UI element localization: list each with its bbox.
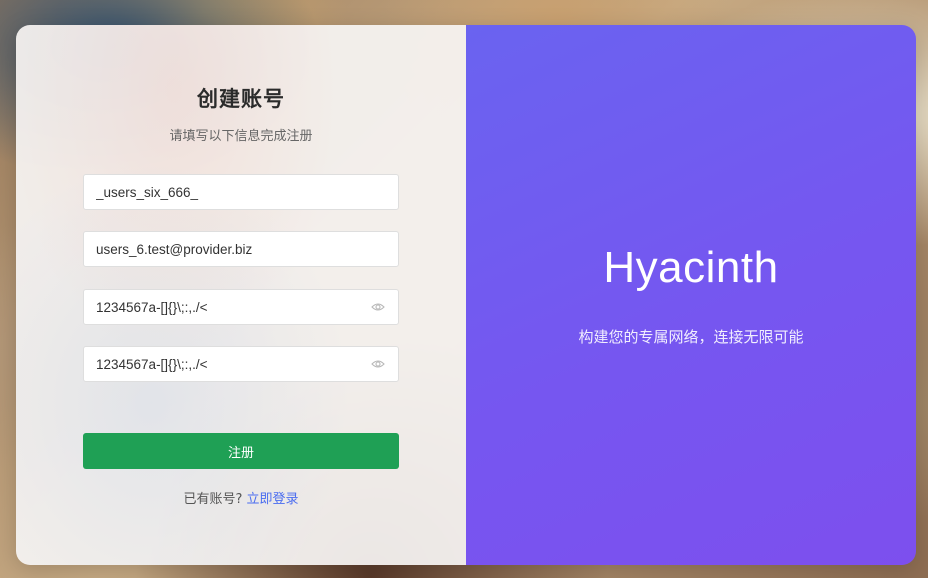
email-field[interactable]: users_6.test@provider.biz [83,231,399,267]
password-field[interactable]: 1234567a-[]{}\;:,./< [83,289,399,325]
username-value[interactable]: _users_six_666_ [96,185,386,200]
register-button[interactable]: 注册 [83,433,399,469]
form-title: 创建账号 [197,87,285,111]
eye-icon[interactable] [370,358,386,370]
eye-icon[interactable] [370,301,386,313]
form-subtitle: 请填写以下信息完成注册 [169,129,313,144]
have-account-text: 已有账号? [183,492,243,507]
password-value[interactable]: 1234567a-[]{}\;:,./< [96,300,370,315]
confirm-password-field[interactable]: 1234567a-[]{}\;:,./< [83,346,399,382]
login-link[interactable]: 立即登录 [247,492,299,507]
register-form-panel: 创建账号 请填写以下信息完成注册 _users_six_666_ users_6… [16,25,466,565]
login-prompt: 已有账号? 立即登录 [16,488,466,507]
register-card: 创建账号 请填写以下信息完成注册 _users_six_666_ users_6… [16,25,916,565]
confirm-password-value[interactable]: 1234567a-[]{}\;:,./< [96,357,370,372]
brand-panel: Hyacinth 构建您的专属网络，连接无限可能 [466,25,916,565]
email-value[interactable]: users_6.test@provider.biz [96,242,386,257]
brand-name: Hyacinth [603,243,779,292]
username-field[interactable]: _users_six_666_ [83,174,399,210]
brand-tagline: 构建您的专属网络，连接无限可能 [578,328,804,346]
